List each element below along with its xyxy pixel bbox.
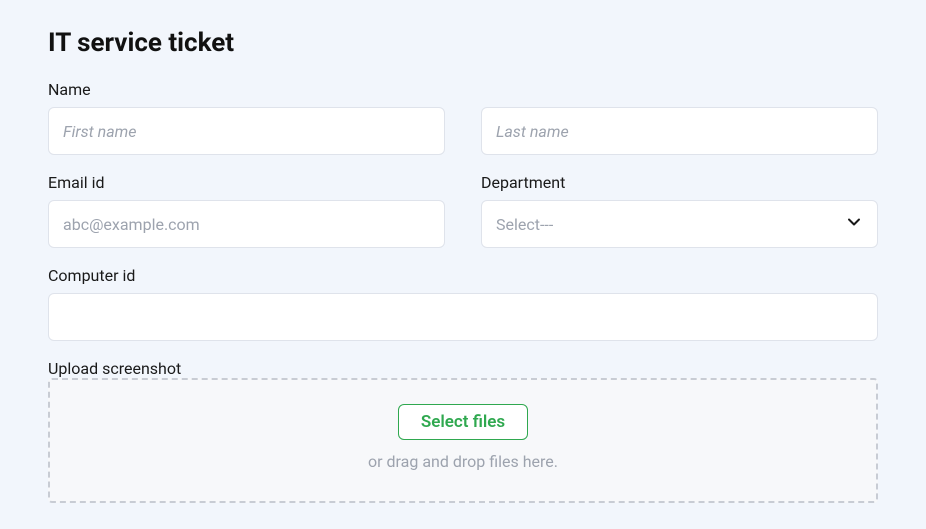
page-title: IT service ticket xyxy=(48,28,878,58)
email-field[interactable] xyxy=(48,200,445,248)
department-select[interactable]: Select--- xyxy=(481,200,878,248)
last-name-input[interactable] xyxy=(481,107,878,155)
first-name-input[interactable] xyxy=(48,107,445,155)
computer-id-input[interactable] xyxy=(48,293,878,341)
name-label: Name xyxy=(48,80,878,99)
dropzone-hint: or drag and drop files here. xyxy=(368,452,558,471)
email-label: Email id xyxy=(48,173,445,192)
department-label: Department xyxy=(481,173,878,192)
upload-dropzone[interactable]: Select files or drag and drop files here… xyxy=(48,378,878,503)
upload-label: Upload screenshot xyxy=(48,359,181,378)
select-files-button[interactable]: Select files xyxy=(398,404,528,440)
computer-id-label: Computer id xyxy=(48,266,878,285)
